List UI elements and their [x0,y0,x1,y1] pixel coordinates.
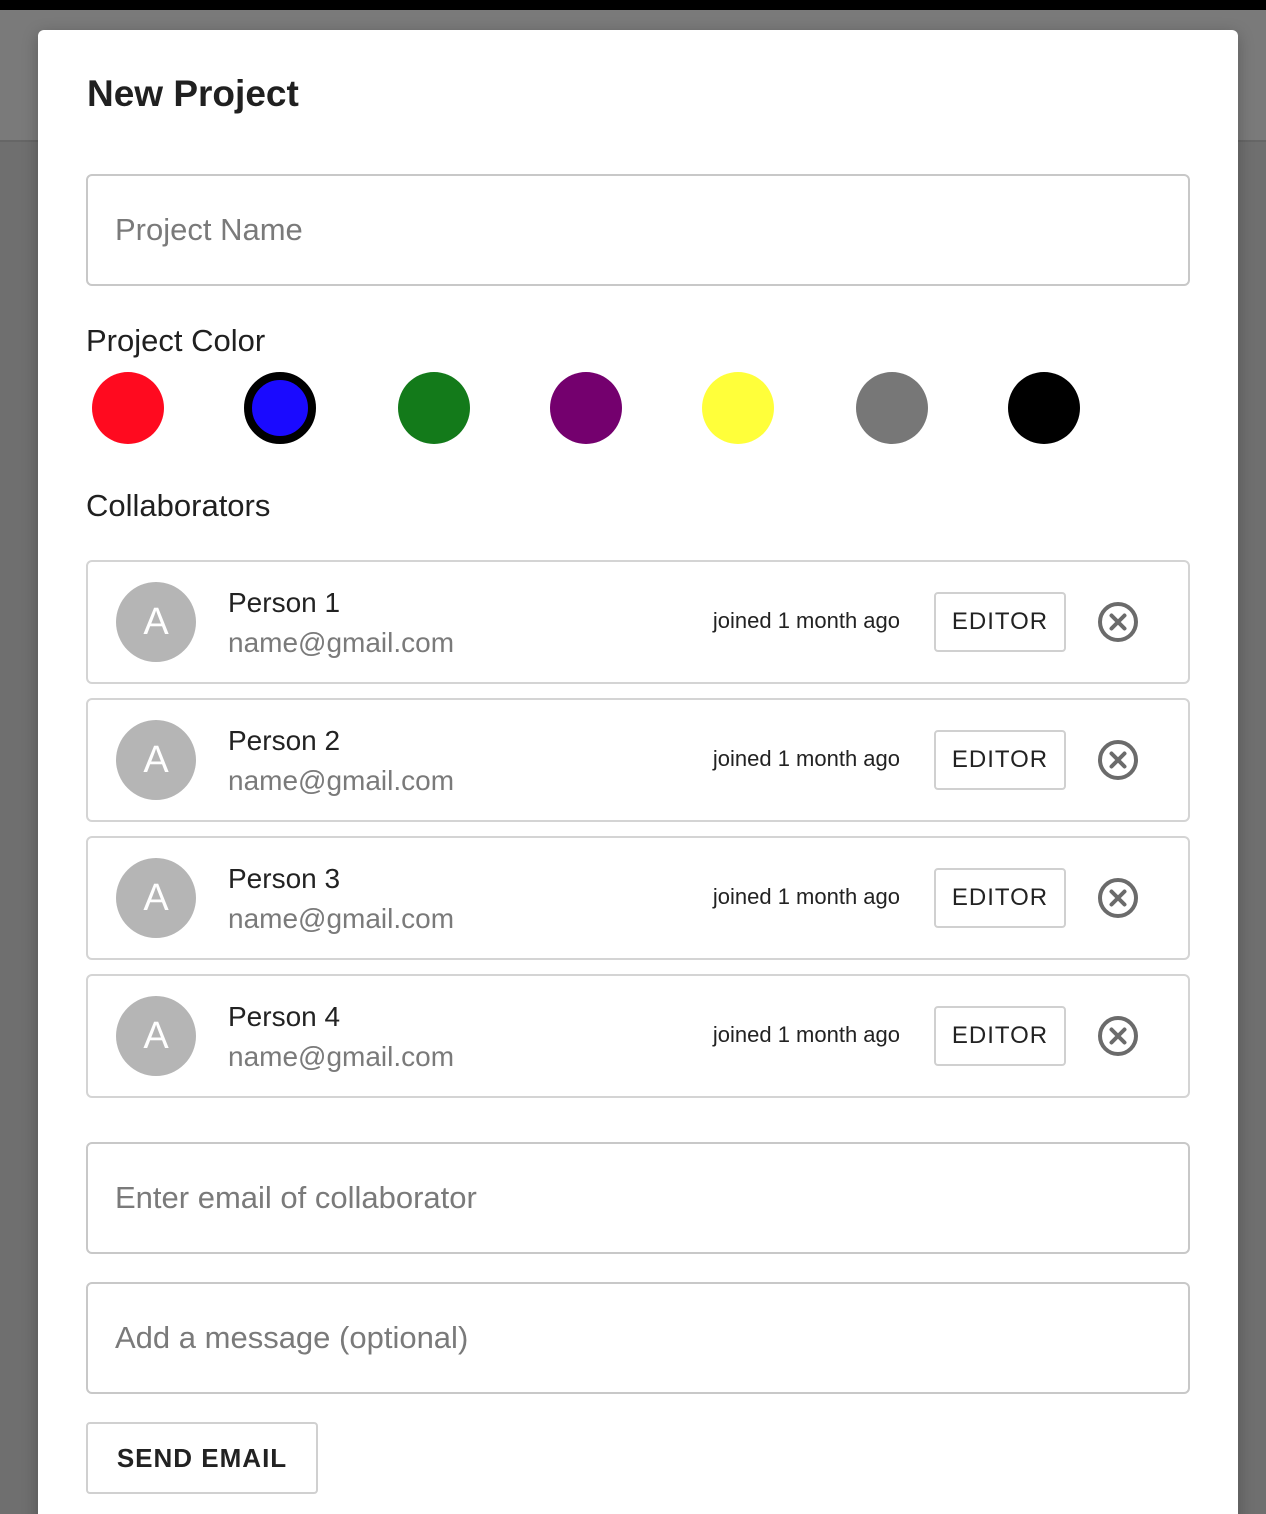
color-swatch-black[interactable] [1008,372,1080,444]
collaborator-name: Person 3 [228,863,341,894]
joined-date: joined 1 month ago [712,1022,900,1047]
joined-date: joined 1 month ago [712,884,900,909]
send-email-button[interactable]: SEND EMAIL [86,1422,318,1494]
dialog-title: New Project [87,73,299,114]
new-project-dialog: New Project Project Color Collaborators … [38,30,1238,1514]
message-field [86,1282,1190,1394]
collaborator-email-input[interactable] [88,1144,1188,1252]
collaborator-email: name@gmail.com [228,903,455,934]
joined-date: joined 1 month ago [712,746,900,771]
window-top-bar [0,0,1266,10]
collaborator-row: A Person 3 name@gmail.com joined 1 month… [86,836,1190,960]
color-swatch-red[interactable] [92,372,164,444]
collaborator-row: A Person 1 name@gmail.com joined 1 month… [86,560,1190,684]
project-color-label: Project Color [86,323,266,358]
collaborator-email: name@gmail.com [228,1041,455,1072]
color-swatch-blue[interactable] [244,372,316,444]
collaborator-email: name@gmail.com [228,765,455,796]
avatar: A [116,720,196,800]
remove-collaborator-icon[interactable] [1096,1014,1140,1058]
collaborator-name: Person 4 [228,1001,341,1032]
project-name-field [86,174,1190,286]
color-swatch-green[interactable] [398,372,470,444]
project-name-input[interactable] [88,176,1188,284]
color-swatch-group [92,372,1092,444]
collaborator-row: A Person 4 name@gmail.com joined 1 month… [86,974,1190,1098]
avatar: A [116,582,196,662]
color-swatch-gray[interactable] [856,372,928,444]
role-button[interactable]: EDITOR [934,730,1066,790]
avatar: A [116,858,196,938]
collaborators-label: Collaborators [86,488,271,523]
remove-collaborator-icon[interactable] [1096,876,1140,920]
color-swatch-purple[interactable] [550,372,622,444]
collaborator-email: name@gmail.com [228,627,455,658]
collaborator-name: Person 1 [228,587,341,618]
remove-collaborator-icon[interactable] [1096,738,1140,782]
collaborator-row: A Person 2 name@gmail.com joined 1 month… [86,698,1190,822]
role-button[interactable]: EDITOR [934,1006,1066,1066]
remove-collaborator-icon[interactable] [1096,600,1140,644]
joined-date: joined 1 month ago [712,608,900,633]
role-button[interactable]: EDITOR [934,868,1066,928]
avatar: A [116,996,196,1076]
role-button[interactable]: EDITOR [934,592,1066,652]
color-swatch-yellow[interactable] [702,372,774,444]
collaborator-name: Person 2 [228,725,341,756]
message-input[interactable] [88,1284,1188,1392]
collaborator-email-field [86,1142,1190,1254]
